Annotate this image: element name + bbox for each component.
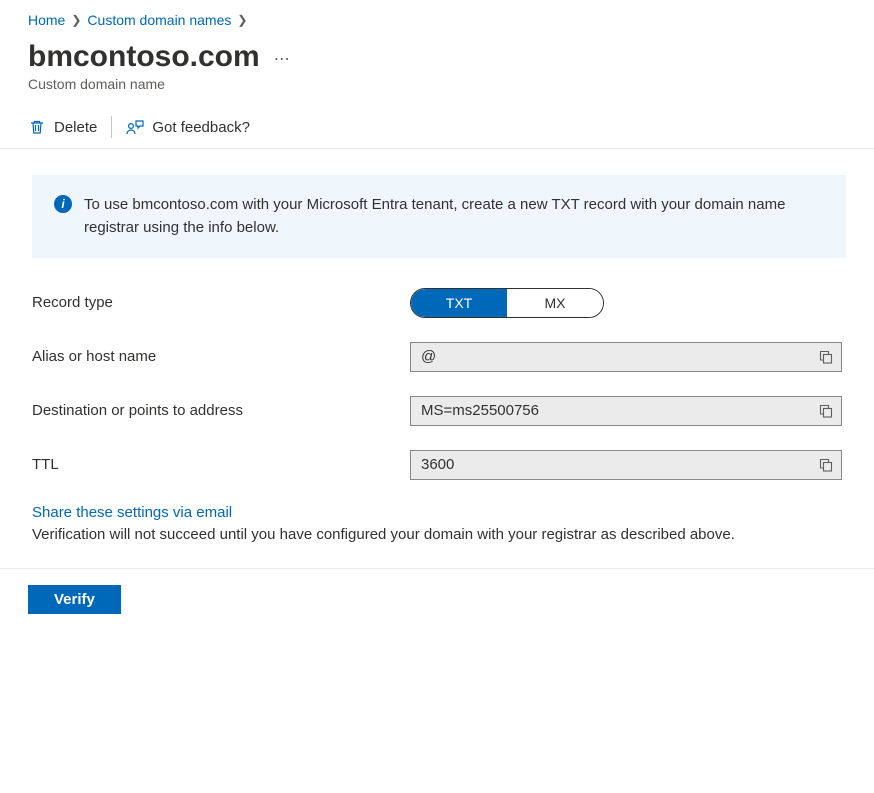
breadcrumb: Home ❯ Custom domain names ❯ — [0, 0, 874, 34]
copy-icon — [819, 404, 833, 418]
destination-value: MS=ms25500756 — [411, 402, 811, 419]
copy-icon — [819, 458, 833, 472]
delete-label: Delete — [54, 119, 97, 136]
content: i To use bmcontoso.com with your Microso… — [0, 149, 874, 638]
chevron-right-icon: ❯ — [71, 13, 81, 27]
record-type-toggle: TXT MX — [410, 288, 604, 318]
breadcrumb-custom-domains[interactable]: Custom domain names — [87, 12, 231, 28]
command-bar: Delete Got feedback? — [0, 98, 874, 149]
info-text: To use bmcontoso.com with your Microsoft… — [84, 193, 824, 240]
row-alias: Alias or host name @ — [32, 342, 842, 372]
breadcrumb-home[interactable]: Home — [28, 12, 65, 28]
info-icon: i — [54, 195, 72, 213]
ttl-field: 3600 — [410, 450, 842, 480]
destination-label: Destination or points to address — [32, 402, 410, 419]
person-feedback-icon — [126, 118, 144, 136]
form: Record type TXT MX Alias or host name @ — [0, 258, 874, 556]
more-icon[interactable]: ⋯ — [274, 51, 290, 69]
copy-icon — [819, 350, 833, 364]
footer: Verify — [0, 568, 874, 638]
segment-mx[interactable]: MX — [507, 289, 603, 317]
trash-icon — [28, 118, 46, 136]
row-destination: Destination or points to address MS=ms25… — [32, 396, 842, 426]
divider — [111, 116, 112, 138]
ttl-label: TTL — [32, 456, 410, 473]
segment-txt[interactable]: TXT — [411, 289, 507, 317]
alias-value: @ — [411, 348, 811, 365]
copy-ttl-button[interactable] — [811, 458, 841, 472]
chevron-right-icon: ❯ — [237, 13, 247, 27]
page-title: bmcontoso.com — [28, 40, 260, 74]
copy-destination-button[interactable] — [811, 404, 841, 418]
info-banner: i To use bmcontoso.com with your Microso… — [32, 175, 846, 258]
feedback-label: Got feedback? — [152, 119, 250, 136]
verify-button[interactable]: Verify — [28, 585, 121, 614]
feedback-button[interactable]: Got feedback? — [126, 118, 250, 136]
verification-helper-text: Verification will not succeed until you … — [32, 523, 842, 546]
share-email-link[interactable]: Share these settings via email — [32, 504, 232, 521]
page-subtitle: Custom domain name — [28, 76, 846, 92]
alias-label: Alias or host name — [32, 348, 410, 365]
share-section: Share these settings via email Verificat… — [32, 504, 842, 546]
alias-field: @ — [410, 342, 842, 372]
copy-alias-button[interactable] — [811, 350, 841, 364]
page-header: bmcontoso.com ⋯ Custom domain name — [0, 40, 874, 98]
row-ttl: TTL 3600 — [32, 450, 842, 480]
row-record-type: Record type TXT MX — [32, 288, 842, 318]
destination-field: MS=ms25500756 — [410, 396, 842, 426]
record-type-label: Record type — [32, 294, 410, 311]
ttl-value: 3600 — [411, 456, 811, 473]
delete-button[interactable]: Delete — [28, 118, 97, 136]
